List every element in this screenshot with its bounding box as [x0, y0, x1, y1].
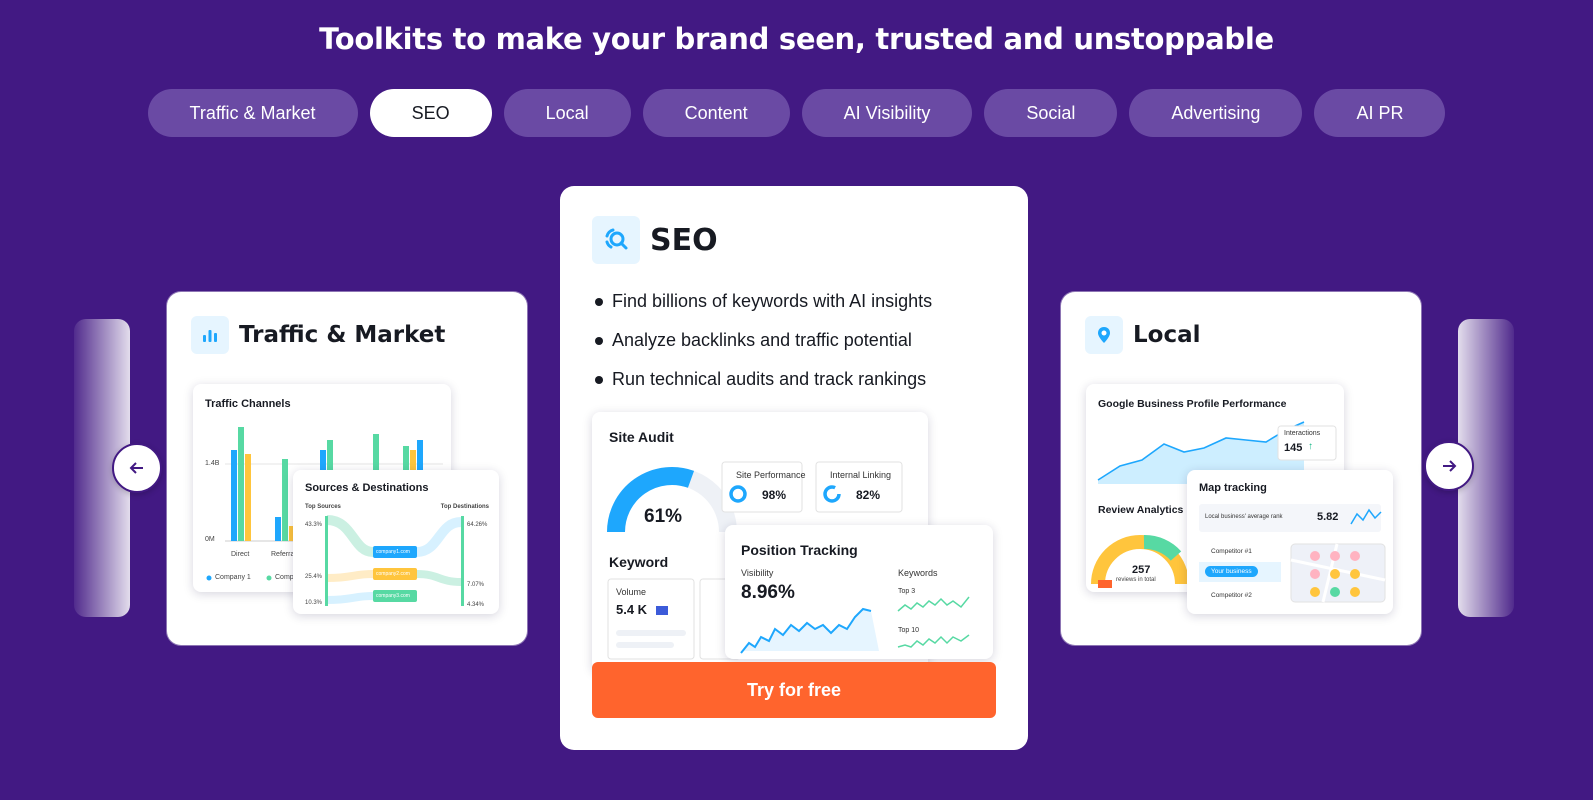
seo-icon: [592, 216, 640, 264]
visibility-line-chart: [740, 596, 970, 654]
seo-feature-list: Find billions of keywords with AI insigh…: [592, 282, 932, 399]
legend-company-1: Company 1: [215, 574, 251, 581]
us-flag-icon: [656, 606, 668, 615]
your-business-badge: Your business: [1205, 566, 1258, 577]
toolkit-tabs: Traffic & Market SEO Local Content AI Vi…: [0, 89, 1593, 137]
arrow-right-icon: [1443, 460, 1457, 472]
category-referral: Referra: [271, 551, 295, 558]
arrow-up-icon: ↑: [1308, 441, 1313, 452]
site-audit-score: 61%: [644, 506, 683, 527]
seo-bullet-1: Find billions of keywords with AI insigh…: [592, 282, 932, 321]
legend-company-2: Comp: [275, 574, 294, 581]
arrow-left-icon: [129, 462, 143, 474]
sources-destinations-widget: Sources & Destinations Top Sources Top D…: [293, 470, 499, 614]
node-company-2: company2.com: [376, 571, 410, 577]
seo-card[interactable]: SEO Find billions of keywords with AI in…: [560, 186, 1028, 750]
traffic-card-header: Traffic & Market: [191, 316, 445, 354]
destination-value-1: 64.26%: [467, 522, 488, 528]
review-count: 257: [1132, 564, 1151, 576]
bar-chart-icon: [191, 316, 229, 354]
node-company-3: company3.com: [376, 593, 410, 599]
seo-card-title: SEO: [650, 222, 718, 258]
tab-local[interactable]: Local: [503, 89, 631, 137]
carousel-prev-button[interactable]: [112, 443, 162, 493]
internal-linking-value: 82%: [856, 488, 881, 502]
tab-advertising[interactable]: Advertising: [1129, 89, 1303, 137]
seo-bullet-2: Analyze backlinks and traffic potential: [592, 321, 932, 360]
competitor-1-label: Competitor #1: [1211, 548, 1252, 555]
destination-value-2: 7.07%: [467, 582, 485, 588]
source-value-3: 10.3%: [305, 600, 323, 606]
location-pin-icon: [1085, 316, 1123, 354]
local-card-header: Local: [1085, 316, 1201, 354]
internal-linking-label: Internal Linking: [830, 470, 892, 480]
section-headline: Toolkits to make your brand seen, truste…: [319, 22, 1274, 56]
volume-value: 5.4 K: [616, 602, 648, 617]
local-card-title: Local: [1133, 322, 1201, 348]
competitor-2-label: Competitor #2: [1211, 592, 1252, 599]
review-analytics-title: Review Analytics: [1098, 504, 1184, 516]
tab-seo[interactable]: SEO: [369, 89, 492, 137]
tab-traffic-market[interactable]: Traffic & Market: [147, 89, 358, 137]
interactions-value: 145: [1284, 442, 1303, 454]
try-for-free-button[interactable]: Try for free: [592, 662, 996, 718]
source-value-2: 25.4%: [305, 574, 323, 580]
review-count-label: reviews in total: [1116, 577, 1156, 583]
carousel-next-button[interactable]: [1424, 441, 1474, 491]
site-performance-value: 98%: [762, 488, 787, 502]
tab-content[interactable]: Content: [642, 89, 790, 137]
seo-bullet-3: Run technical audits and track rankings: [592, 360, 932, 399]
source-value-1: 43.3%: [305, 522, 323, 528]
position-tracking-widget: Position Tracking Visibility 8.96% Keywo…: [725, 525, 993, 659]
local-card[interactable]: Local Google Business Profile Performanc…: [1061, 292, 1421, 645]
tab-ai-pr[interactable]: AI PR: [1314, 89, 1446, 137]
site-performance-label: Site Performance: [736, 470, 806, 480]
volume-label: Volume: [616, 587, 647, 597]
seo-card-header: SEO: [592, 216, 718, 264]
map-tracking-widget: Map tracking Local business' average ran…: [1187, 470, 1393, 614]
keyword-title: Keyword: [609, 554, 669, 570]
traffic-card-title: Traffic & Market: [239, 322, 446, 348]
category-direct: Direct: [231, 551, 250, 558]
interactions-label: Interactions: [1284, 430, 1321, 437]
traffic-market-card[interactable]: Traffic & Market Traffic Channels 1.4B 0…: [167, 292, 527, 645]
destination-value-3: 4.34%: [467, 602, 485, 608]
tab-social[interactable]: Social: [984, 89, 1118, 137]
tab-ai-visibility[interactable]: AI Visibility: [801, 89, 973, 137]
node-company-1: company1.com: [376, 549, 410, 555]
